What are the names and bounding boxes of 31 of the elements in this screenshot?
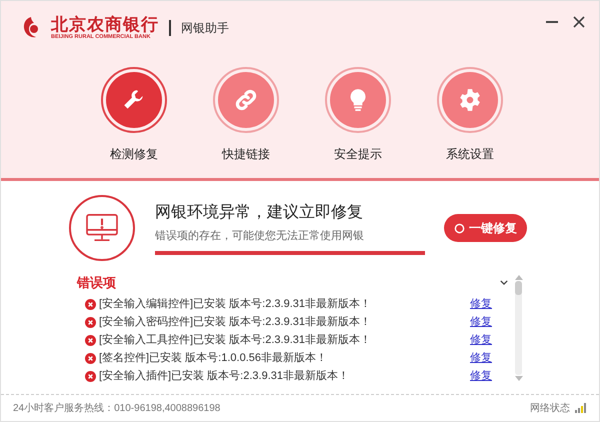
chevron-down-icon[interactable] <box>500 280 508 286</box>
error-icon <box>85 335 96 346</box>
hotline-text: 24小时客户服务热线：010-96198,4008896198 <box>13 402 220 416</box>
status-subtitle: 错误项的存在，可能使您无法正常使用网银 <box>155 228 365 244</box>
app-name: 网银助手 <box>181 20 229 37</box>
chain-link-icon <box>233 87 259 113</box>
fix-link[interactable]: 修复 <box>470 350 492 367</box>
error-item-text: [安全输入插件]已安装 版本号:2.3.9.31非最新版本！ <box>99 368 349 384</box>
error-item-text: [安全输入编辑控件]已安装 版本号:2.3.9.31非最新版本！ <box>99 296 371 312</box>
error-icon <box>85 317 96 328</box>
error-icon <box>85 299 96 310</box>
error-item-text: [安全输入密码控件]已安装 版本号:2.3.9.31非最新版本！ <box>99 314 371 330</box>
fix-link[interactable]: 修复 <box>470 332 492 349</box>
error-icon <box>85 353 96 364</box>
close-button[interactable] <box>573 15 587 29</box>
bank-name: 北京农商银行 <box>51 16 159 33</box>
network-status-label: 网络状态 <box>530 402 570 416</box>
signal-bars-icon <box>575 403 587 413</box>
error-item-text: [签名控件]已安装 版本号:1.0.0.56非最新版本！ <box>99 350 327 366</box>
warning-monitor-icon <box>69 195 135 261</box>
errors-heading: 错误项 <box>77 274 116 292</box>
fix-link[interactable]: 修复 <box>470 296 492 313</box>
gear-icon <box>457 87 483 113</box>
error-icon <box>85 371 96 382</box>
close-icon <box>573 16 585 28</box>
scrollbar[interactable] <box>514 275 523 381</box>
fix-link[interactable]: 修复 <box>470 314 492 331</box>
fix-all-button[interactable]: 一键修复 <box>444 214 527 242</box>
error-item-text: [安全输入工具控件]已安装 版本号:2.3.9.31非最新版本！ <box>99 332 371 348</box>
status-title: 网银环境异常，建议立即修复 <box>155 202 364 223</box>
fix-link[interactable]: 修复 <box>470 368 492 385</box>
